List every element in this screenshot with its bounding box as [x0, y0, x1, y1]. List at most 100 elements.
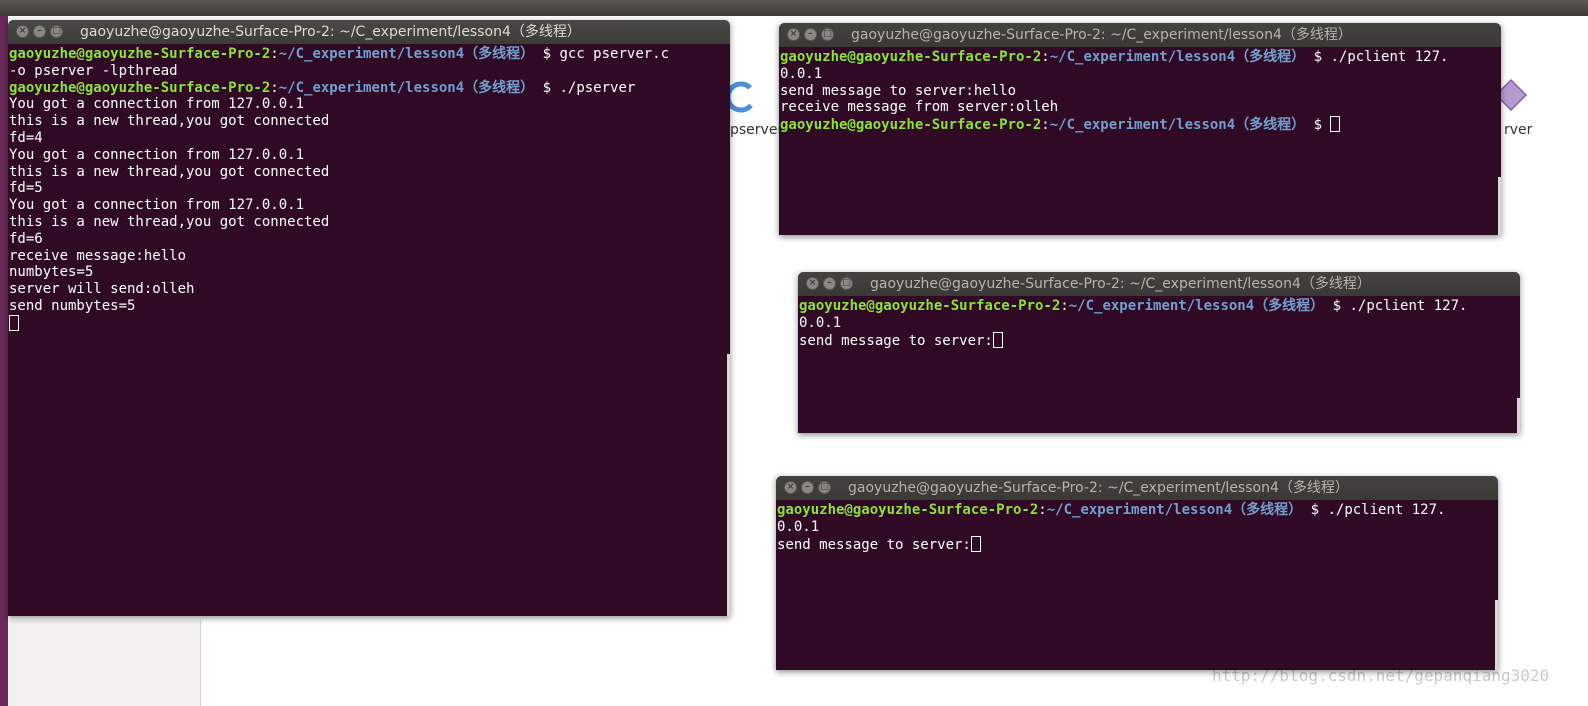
terminal-line: gaoyuzhe@gaoyuzhe-Surface-Pro-2:~/C_expe… — [799, 298, 1520, 315]
terminal-output[interactable]: gaoyuzhe@gaoyuzhe-Surface-Pro-2:~/C_expe… — [798, 296, 1520, 433]
prompt-dollar: $ — [1324, 298, 1350, 314]
terminal-line: 0.0.1 — [799, 314, 842, 331]
command-text: ./pclient 127. — [1327, 502, 1446, 518]
maximize-icon[interactable]: □ — [840, 277, 853, 290]
window-title: gaoyuzhe@gaoyuzhe-Surface-Pro-2: ~/C_exp… — [851, 27, 1352, 43]
command-text: ./pclient 127. — [1330, 49, 1449, 65]
minimize-icon[interactable]: – — [823, 277, 836, 290]
scrollbar[interactable] — [1495, 600, 1498, 670]
terminal-line: server will send:olleh — [9, 281, 195, 298]
terminal-line: send message to server: — [777, 535, 1498, 553]
terminal-line: receive message:hello — [9, 247, 187, 264]
terminal-line: gaoyuzhe@gaoyuzhe-Surface-Pro-2:~/C_expe… — [777, 502, 1498, 519]
command-text: ./pclient 127. — [1349, 298, 1468, 314]
terminal-line: fd=4 — [9, 129, 43, 146]
terminal-cursor — [1330, 116, 1341, 133]
prompt-path: ~/C_experiment/lesson4（多线程） — [1046, 502, 1303, 518]
terminal-line: You got a connection from 127.0.0.1 — [9, 96, 305, 113]
desktop-icon-label[interactable]: rver — [1504, 122, 1532, 138]
window-title: gaoyuzhe@gaoyuzhe-Surface-Pro-2: ~/C_exp… — [870, 276, 1371, 292]
top-panel — [0, 0, 1588, 16]
prompt-path: ~/C_experiment/lesson4（多线程） — [1049, 49, 1306, 65]
prompt-user-host: gaoyuzhe@gaoyuzhe-Surface-Pro-2 — [777, 502, 1039, 518]
prompt-sep: : — [1038, 502, 1047, 518]
close-icon[interactable]: × — [784, 481, 797, 494]
terminal-line: this is a new thread,you got connected — [9, 213, 330, 230]
prompt-path: ~/C_experiment/lesson4（多线程） — [278, 46, 535, 62]
prompt-user-host: gaoyuzhe@gaoyuzhe-Surface-Pro-2 — [9, 79, 271, 96]
desktop-icon-label[interactable]: pserver — [730, 122, 783, 138]
minimize-icon[interactable]: – — [33, 25, 46, 38]
terminal-line: send message to server: — [799, 331, 1520, 349]
prompt-user-host: gaoyuzhe@gaoyuzhe-Surface-Pro-2 — [780, 117, 1042, 134]
close-icon[interactable]: × — [806, 277, 819, 290]
prompt-path: ~/C_experiment/lesson4（多线程） — [1049, 117, 1306, 134]
prompt-dollar: $ — [1302, 502, 1328, 518]
terminal-line: gaoyuzhe@gaoyuzhe-Surface-Pro-2:~/C_expe… — [9, 80, 730, 97]
prompt-dollar: $ — [534, 79, 560, 96]
terminal-line: send message to server:hello — [780, 82, 1017, 99]
prompt-sep: : — [1041, 49, 1050, 65]
maximize-icon[interactable]: □ — [50, 25, 63, 38]
terminal-line: You got a connection from 127.0.0.1 — [9, 146, 305, 163]
terminal-line: -o pserver -lpthread — [9, 62, 178, 79]
prompt-dollar: $ — [1305, 49, 1331, 65]
launcher[interactable] — [0, 16, 8, 706]
close-icon[interactable]: × — [16, 25, 29, 38]
command-text: gcc pserver.c — [559, 46, 670, 62]
window-title: gaoyuzhe@gaoyuzhe-Surface-Pro-2: ~/C_exp… — [80, 24, 581, 40]
prompt-path: ~/C_experiment/lesson4（多线程） — [1068, 298, 1325, 314]
file-manager-sidebar — [8, 620, 201, 706]
scrollbar[interactable] — [1517, 398, 1520, 433]
terminal-cursor — [9, 314, 19, 331]
terminal-line: fd=6 — [9, 230, 43, 247]
terminal-line: 0.0.1 — [780, 65, 823, 82]
terminal-line: gaoyuzhe@gaoyuzhe-Surface-Pro-2:~/C_expe… — [780, 49, 1501, 66]
terminal-line: send numbytes=5 — [9, 297, 136, 314]
prompt-sep: : — [270, 79, 279, 96]
command-text: ./pserver — [559, 79, 636, 96]
terminal-line: fd=5 — [9, 180, 43, 197]
terminal-line: You got a connection from 127.0.0.1 — [9, 197, 305, 214]
scrollbar[interactable] — [1498, 177, 1501, 235]
terminal-output[interactable]: gaoyuzhe@gaoyuzhe-Surface-Pro-2:~/C_expe… — [779, 47, 1501, 235]
terminal-line: gaoyuzhe@gaoyuzhe-Surface-Pro-2:~/C_expe… — [9, 46, 730, 63]
prompt-sep: : — [1060, 298, 1069, 314]
terminal-output[interactable]: gaoyuzhe@gaoyuzhe-Surface-Pro-2:~/C_expe… — [776, 500, 1498, 670]
terminal-line: receive message from server:olleh — [780, 99, 1059, 116]
window-title: gaoyuzhe@gaoyuzhe-Surface-Pro-2: ~/C_exp… — [848, 480, 1349, 496]
prompt-sep: : — [1041, 117, 1050, 134]
terminal-cursor — [970, 535, 981, 552]
window-titlebar[interactable]: × – □ gaoyuzhe@gaoyuzhe-Surface-Pro-2: ~… — [776, 476, 1498, 500]
window-titlebar[interactable]: × – □ gaoyuzhe@gaoyuzhe-Surface-Pro-2: ~… — [779, 23, 1501, 47]
terminal-output[interactable]: gaoyuzhe@gaoyuzhe-Surface-Pro-2:~/C_expe… — [8, 44, 730, 616]
terminal-line: 0.0.1 — [777, 518, 820, 535]
terminal-line: this is a new thread,you got connected — [9, 113, 330, 130]
output-text: send message to server: — [799, 332, 993, 349]
terminal-line: numbytes=5 — [9, 264, 94, 281]
minimize-icon[interactable]: – — [804, 28, 817, 41]
prompt-user-host: gaoyuzhe@gaoyuzhe-Surface-Pro-2 — [780, 49, 1042, 65]
client-terminal-window[interactable]: × – □ gaoyuzhe@gaoyuzhe-Surface-Pro-2: ~… — [798, 272, 1520, 433]
prompt-user-host: gaoyuzhe@gaoyuzhe-Surface-Pro-2 — [799, 298, 1061, 314]
prompt-user-host: gaoyuzhe@gaoyuzhe-Surface-Pro-2 — [9, 46, 271, 62]
output-text: send message to server: — [777, 536, 971, 553]
client-terminal-window[interactable]: × – □ gaoyuzhe@gaoyuzhe-Surface-Pro-2: ~… — [779, 23, 1501, 235]
terminal-line: gaoyuzhe@gaoyuzhe-Surface-Pro-2:~/C_expe… — [780, 116, 1501, 133]
prompt-sep: : — [270, 46, 279, 62]
terminal-cursor — [992, 331, 1003, 348]
minimize-icon[interactable]: – — [801, 481, 814, 494]
prompt-dollar: $ — [1305, 117, 1331, 134]
maximize-icon[interactable]: □ — [821, 28, 834, 41]
scrollbar[interactable] — [727, 354, 730, 616]
prompt-dollar: $ — [534, 46, 560, 62]
window-titlebar[interactable]: × – □ gaoyuzhe@gaoyuzhe-Surface-Pro-2: ~… — [798, 272, 1520, 296]
terminal-line: this is a new thread,you got connected — [9, 163, 330, 180]
maximize-icon[interactable]: □ — [818, 481, 831, 494]
close-icon[interactable]: × — [787, 28, 800, 41]
terminal-line — [9, 314, 730, 332]
server-terminal-window[interactable]: × – □ gaoyuzhe@gaoyuzhe-Surface-Pro-2: ~… — [8, 20, 730, 616]
client-terminal-window[interactable]: × – □ gaoyuzhe@gaoyuzhe-Surface-Pro-2: ~… — [776, 476, 1498, 670]
window-titlebar[interactable]: × – □ gaoyuzhe@gaoyuzhe-Surface-Pro-2: ~… — [8, 20, 730, 44]
prompt-path: ~/C_experiment/lesson4（多线程） — [278, 79, 535, 96]
